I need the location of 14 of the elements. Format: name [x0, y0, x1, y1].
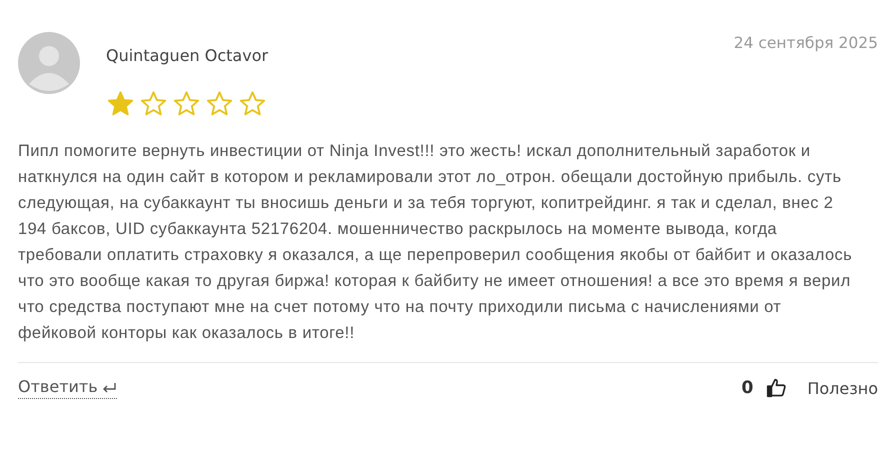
- author-name: Quintaguen Octavor: [106, 46, 268, 65]
- review-text: Пипл помогите вернуть инвестиции от Ninja Invest!!! это жесть! искал дополнительный заработок и наткнулся на один сайт в котором и рекламировали этот ло_отрон. обещали достойную прибыль. суть следующая, на субаккаунт ты вносишь деньги и за тебя торгуют, копитрейдинг. я так и сделал, внес 2 194 баксов, UID субаккаунта 52176204. мошенничество раскрылось на моменте вывода, когда требовали оплатить страховку я оказался, а ще перепроверил сообщения якобы от байбит и оказалось что это вообще какая то другая биржа! которая к байбиту не имеет отношения! а все это время я верил что средства поступают мне на счет потому что на почту приходили письма с начислениями от фейковой конторы как оказалось в итоге!!: [18, 141, 853, 344]
- star-icon: [238, 90, 267, 118]
- reply-arrow-icon: [100, 380, 117, 392]
- star-icon: [139, 90, 168, 118]
- reply-link[interactable]: Ответить: [18, 377, 117, 399]
- star-icon: [172, 90, 201, 118]
- avatar: [18, 32, 80, 94]
- helpful-label[interactable]: Полезно: [807, 378, 878, 398]
- star-icon: [205, 90, 234, 118]
- helpful-count: 0: [742, 378, 754, 398]
- star-icon: [106, 90, 135, 118]
- review-date: 24 сентября 2025: [734, 34, 878, 52]
- thumbs-up-icon[interactable]: [765, 377, 788, 399]
